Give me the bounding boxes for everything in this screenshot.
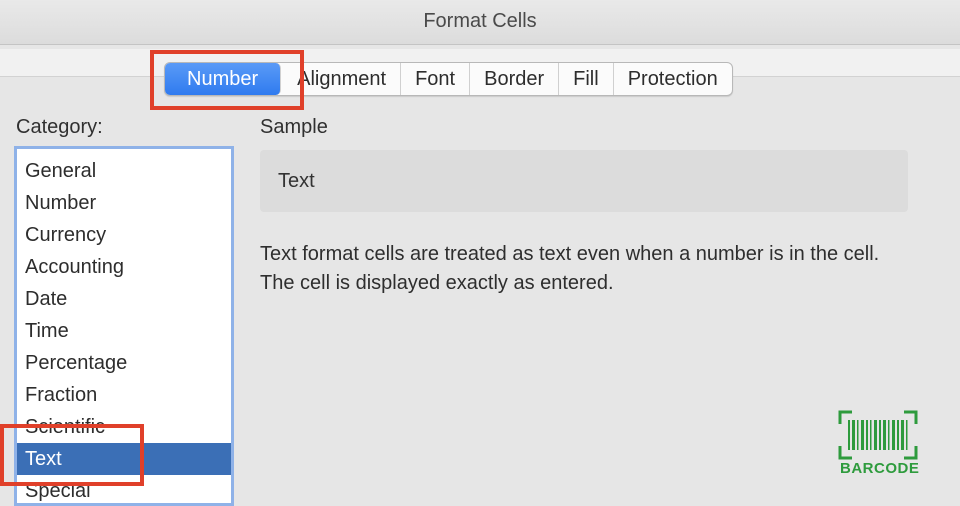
category-item-accounting[interactable]: Accounting — [17, 251, 231, 283]
sample-label: Sample — [260, 116, 328, 138]
category-item-fraction[interactable]: Fraction — [17, 379, 231, 411]
tab-fill[interactable]: Fill — [559, 63, 614, 95]
tab-protection[interactable]: Protection — [614, 63, 732, 95]
tab-border[interactable]: Border — [470, 63, 560, 95]
category-item-percentage[interactable]: Percentage — [17, 347, 231, 379]
category-item-currency[interactable]: Currency — [17, 219, 231, 251]
description-line-1: Text format cells are treated as text ev… — [260, 243, 880, 265]
highlight-box-number-tab — [150, 50, 304, 110]
category-item-number[interactable]: Number — [17, 187, 231, 219]
category-item-time[interactable]: Time — [17, 315, 231, 347]
sample-preview: Text — [260, 150, 908, 212]
format-description: Text format cells are treated as text ev… — [260, 240, 960, 298]
category-item-general[interactable]: General — [17, 155, 231, 187]
category-label: Category: — [16, 116, 103, 138]
highlight-box-text-item — [0, 424, 144, 486]
description-line-2: The cell is displayed exactly as entered… — [260, 272, 614, 294]
tab-font[interactable]: Font — [401, 63, 471, 95]
watermark-text: BARCODE — [840, 460, 920, 477]
title-bar: Format Cells — [0, 0, 960, 45]
window-title: Format Cells — [423, 10, 537, 32]
category-item-date[interactable]: Date — [17, 283, 231, 315]
